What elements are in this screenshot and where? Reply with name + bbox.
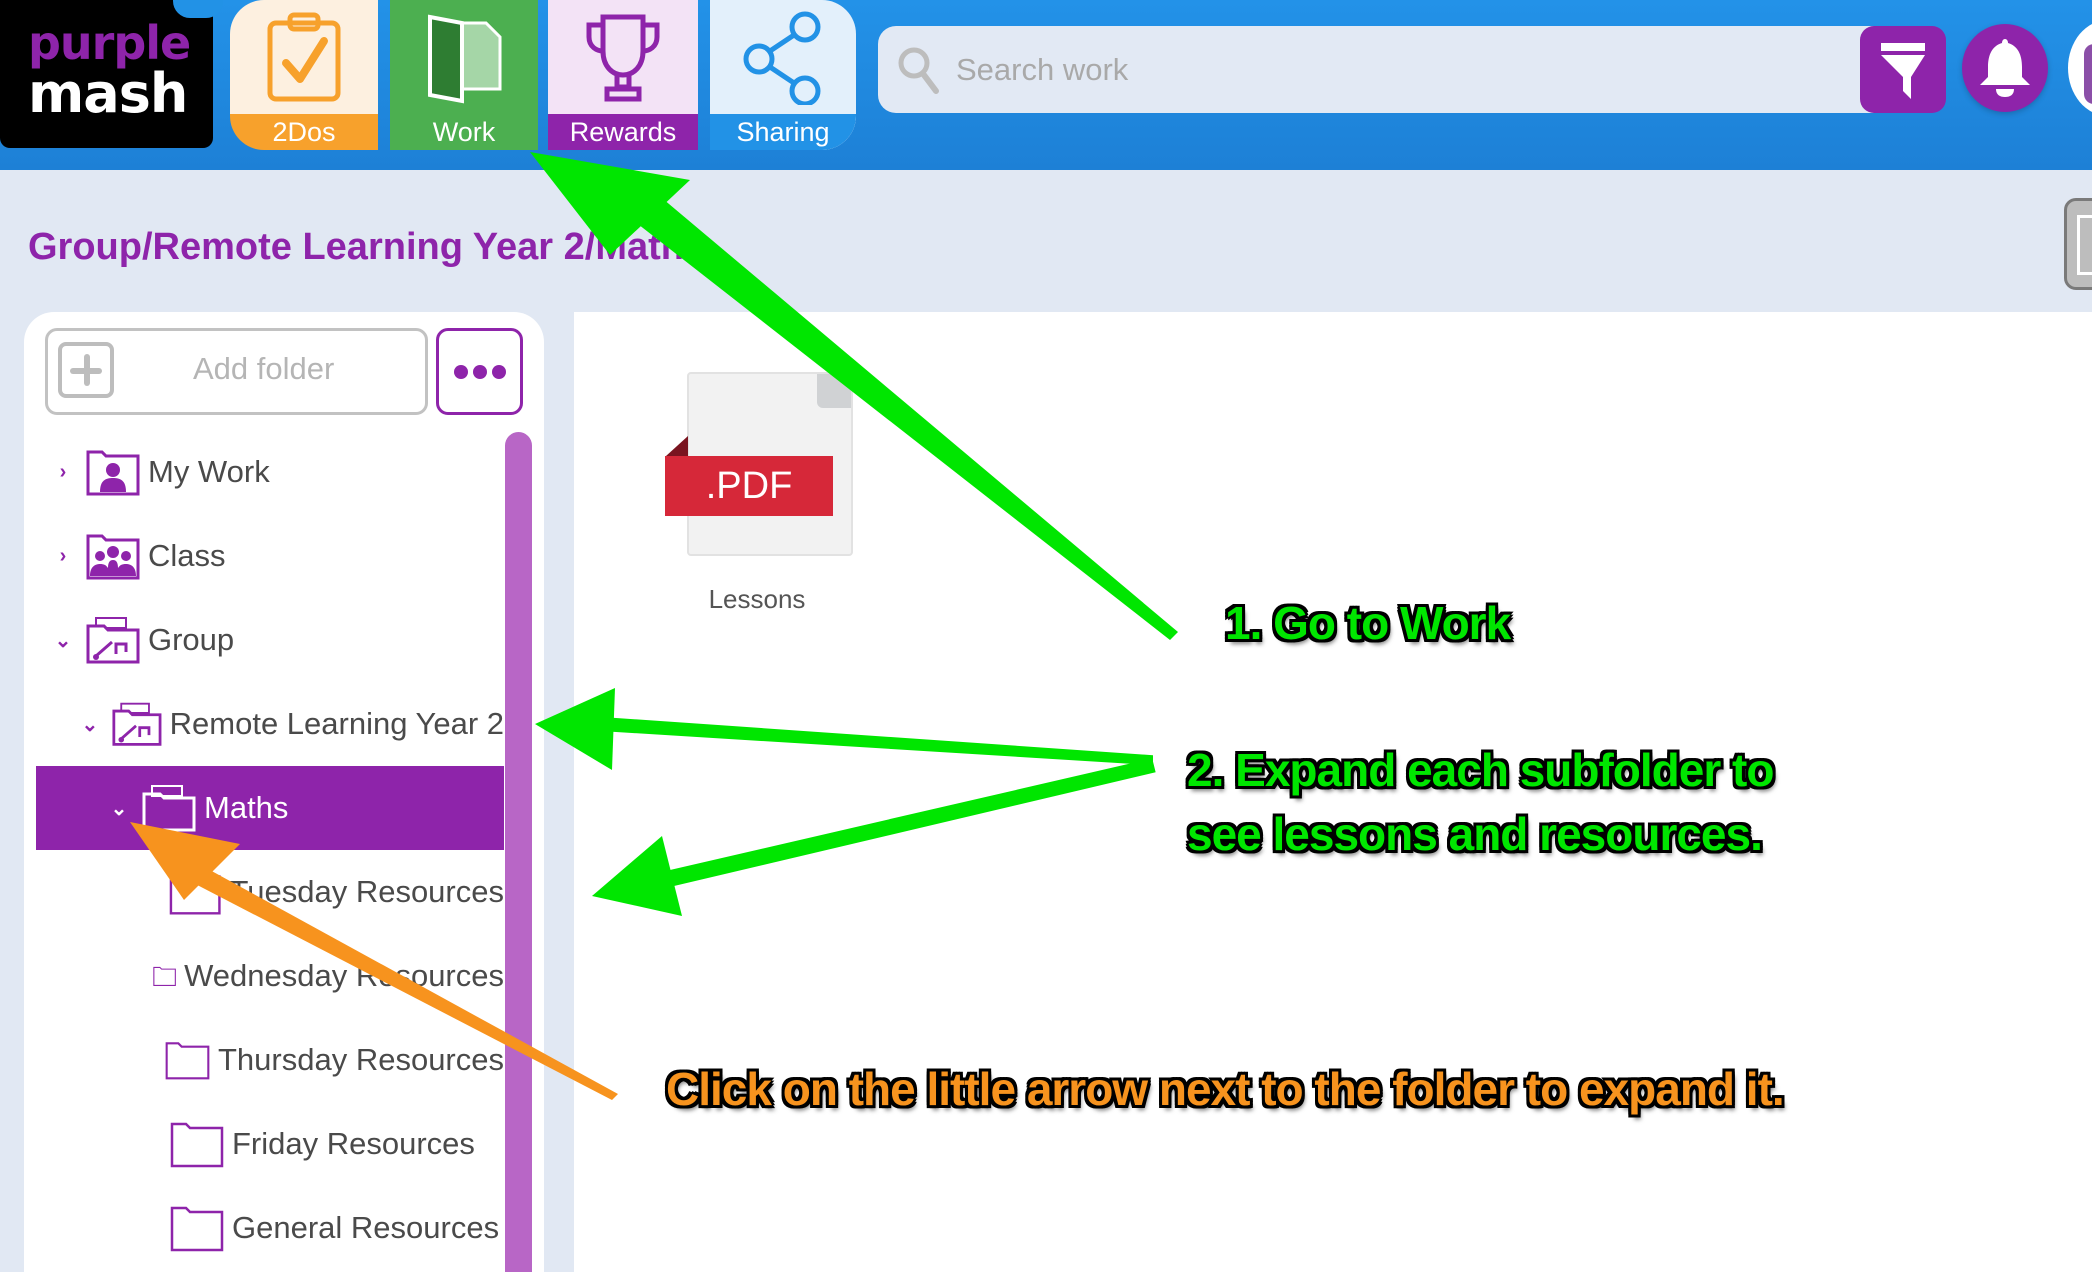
folder-icon	[170, 1206, 224, 1252]
annotation-tip: Click on the little arrow next to the fo…	[666, 1063, 1785, 1115]
search-icon	[896, 45, 942, 95]
tree-item-general-resources[interactable]: General Resources	[36, 1186, 504, 1270]
folder-icon	[153, 966, 176, 986]
filter-icon	[1879, 39, 1927, 101]
tree-item-thursday-resources[interactable]: Thursday Resources	[36, 1018, 504, 1102]
tree-item-class[interactable]: › Class	[36, 514, 504, 598]
tab-work[interactable]: Work	[390, 0, 538, 150]
tree-item-maths[interactable]: ⌄ Maths	[36, 766, 504, 850]
list-view-icon	[2077, 215, 2092, 275]
clipboard-check-icon	[230, 0, 378, 114]
tree-item-friday-resources[interactable]: Friday Resources	[36, 1102, 504, 1186]
sidebar-scrollbar[interactable]	[505, 432, 532, 1272]
plus-icon	[58, 342, 114, 398]
filter-button[interactable]	[1860, 26, 1946, 113]
tree-item-label: Thursday Resources	[217, 1042, 504, 1077]
logo-text-mash: mash	[28, 62, 188, 125]
purple-mash-logo[interactable]: purple mash	[0, 0, 223, 148]
tree-item-wednesday-resources[interactable]: Wednesday Resources	[36, 934, 504, 1018]
chevron-down-icon[interactable]: ⌄	[48, 628, 78, 653]
file-item-lessons[interactable]: .PDF	[662, 372, 853, 556]
chevron-down-icon[interactable]: ⌄	[76, 712, 104, 737]
annotation-step-2: 2. Expand each subfolder to see lessons …	[1187, 744, 1774, 860]
tree-item-group[interactable]: ⌄ Group	[36, 598, 504, 682]
tree-item-label: General Resources	[232, 1210, 500, 1245]
chevron-down-icon[interactable]: ⌄	[104, 796, 134, 821]
search-bar[interactable]	[878, 26, 1878, 113]
tab-sharing-label: Sharing	[710, 114, 856, 150]
file-name-lessons[interactable]: Lessons	[662, 584, 852, 615]
avatar-image	[2084, 44, 2092, 104]
tree-item-label: Wednesday Resources	[184, 958, 504, 993]
tree-item-label: My Work	[148, 454, 270, 489]
folder-icon	[170, 1122, 224, 1168]
share-icon	[710, 0, 856, 114]
group-folder-icon	[86, 617, 140, 664]
tree-item-remote-learning-year-2[interactable]: ⌄ Remote Learning Year 2	[36, 682, 504, 766]
tree-item-label: Remote Learning Year 2	[169, 706, 504, 741]
tree-item-label: Class	[148, 538, 226, 573]
tree-item-label: Maths	[204, 790, 289, 825]
group-folder-icon	[142, 785, 196, 832]
tab-sharing[interactable]: Sharing	[710, 0, 856, 150]
folder-tree: › My Work › Class ⌄ Group ⌄ Remote Learn…	[36, 430, 504, 1270]
chevron-right-icon[interactable]: ›	[48, 461, 78, 484]
group-folder-icon	[112, 702, 162, 746]
notifications-button[interactable]	[1962, 24, 2048, 112]
ellipsis-dot-icon	[491, 364, 506, 379]
tree-item-tuesday-resources[interactable]: Tuesday Resources	[36, 850, 504, 934]
tab-rewards-label: Rewards	[548, 114, 698, 150]
trophy-icon	[548, 0, 698, 114]
add-folder-button[interactable]: Add folder	[45, 328, 428, 415]
pdf-badge: .PDF	[665, 456, 833, 516]
breadcrumb: Group/Remote Learning Year 2/Maths	[28, 226, 706, 268]
ellipsis-dot-icon	[472, 364, 487, 379]
folder-document-icon	[390, 0, 538, 114]
chevron-right-icon[interactable]: ›	[48, 545, 78, 568]
user-folder-icon	[86, 450, 140, 496]
annotation-step-1: 1. Go to Work	[1225, 597, 1511, 649]
tree-item-my-work[interactable]: › My Work	[36, 430, 504, 514]
ellipsis-dot-icon	[453, 364, 468, 379]
more-options-button[interactable]	[436, 328, 523, 415]
tree-item-label: Tuesday Resources	[229, 874, 504, 909]
view-toggle-button[interactable]	[2064, 198, 2092, 290]
folder-icon	[165, 1042, 210, 1080]
class-folder-icon	[86, 534, 140, 580]
search-input[interactable]	[954, 50, 1658, 89]
add-folder-label: Add folder	[193, 351, 335, 386]
tab-2dos[interactable]: 2Dos	[230, 0, 378, 150]
page-corner	[817, 374, 851, 408]
tab-rewards[interactable]: Rewards	[548, 0, 698, 150]
folder-icon	[169, 871, 221, 915]
bell-icon	[1978, 37, 2032, 99]
ribbon-fold	[666, 436, 688, 456]
tree-item-label: Group	[148, 622, 235, 657]
tree-item-label: Friday Resources	[232, 1126, 475, 1161]
tab-2dos-label: 2Dos	[230, 114, 378, 150]
tab-work-label: Work	[432, 116, 496, 147]
